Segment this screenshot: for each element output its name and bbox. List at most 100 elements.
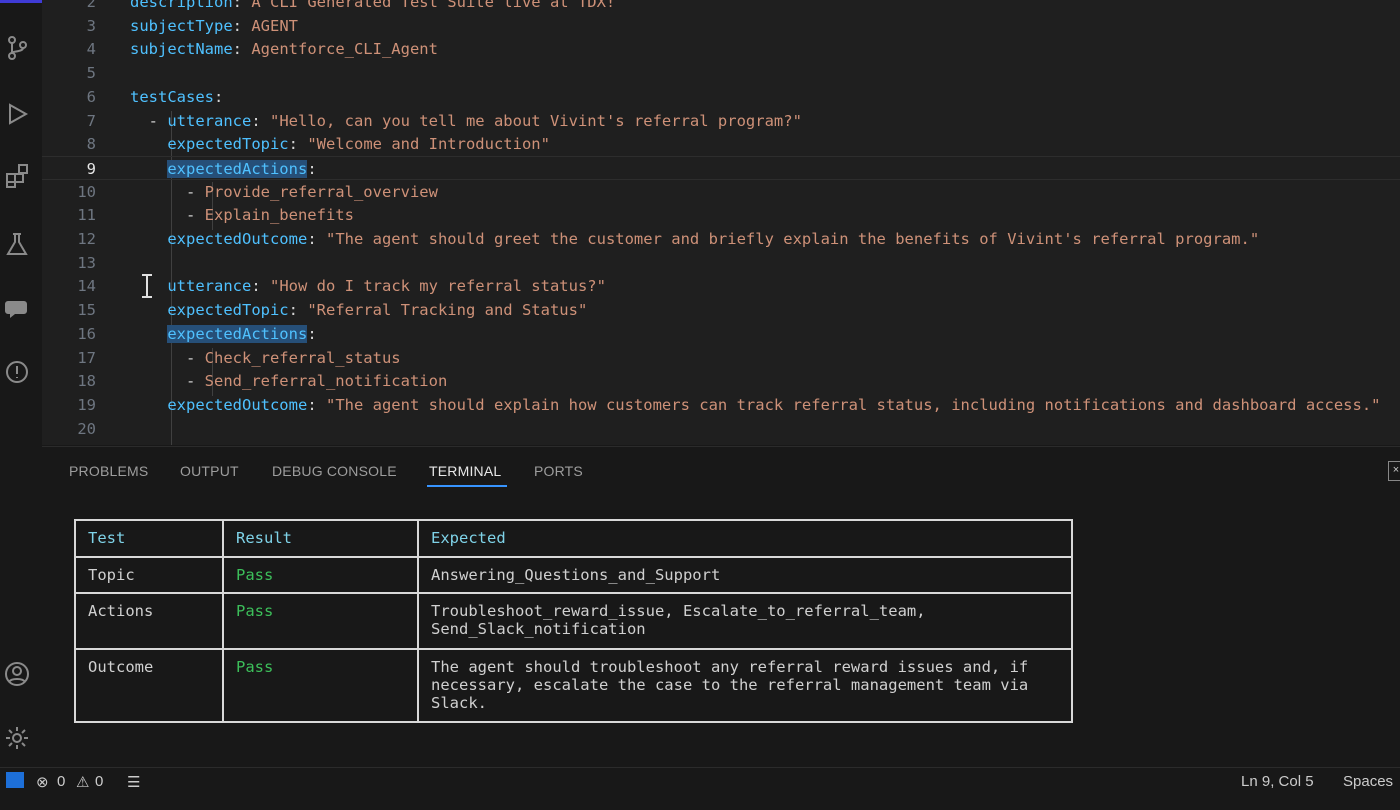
code-text: - utterance: "Hello, can you tell me abo… (130, 111, 802, 130)
code-text: - Check_referral_status (130, 346, 401, 370)
line-number: 15 (77, 301, 96, 320)
yaml-key: utterance (167, 111, 252, 130)
text-cursor-icon (142, 274, 152, 298)
code-line[interactable]: 7 - utterance: "Hello, can you tell me a… (42, 109, 1400, 133)
line-number: 12 (77, 230, 96, 248)
extensions-icon[interactable] (4, 163, 30, 189)
code-text: description: A CLI Generated Test Suite … (130, 0, 615, 14)
code-line[interactable]: 3 subjectType: AGENT (42, 14, 1400, 38)
close-panel-icon[interactable]: × (1388, 461, 1400, 481)
yaml-value: Agentforce_CLI_Agent (251, 40, 438, 59)
test-results-table: Test Result Expected Topic Pass Answerin… (74, 519, 1073, 723)
code-line[interactable]: 9 expectedActions: (42, 155, 1400, 181)
errors-count[interactable]: 0 (57, 773, 65, 790)
code-text: subjectType: AGENT (130, 16, 298, 35)
code-line[interactable]: 8 expectedTopic: "Welcome and Introducti… (42, 132, 1400, 156)
testing-flask-icon[interactable] (4, 231, 30, 257)
code-text: testCases: (130, 87, 233, 106)
code-text: expectedActions: (130, 157, 326, 181)
code-text: - Send_referral_notification (130, 369, 447, 393)
code-line[interactable]: 11 - Explain_benefits (42, 203, 1400, 227)
yaml-value: "The agent should explain how customers … (325, 395, 1381, 414)
line-number: 3 (86, 16, 96, 35)
account-icon[interactable] (4, 661, 30, 687)
code-line[interactable]: 2 description: A CLI Generated Test Suite… (42, 0, 1400, 14)
code-text: expectedOutcome: "The agent should expla… (130, 393, 1380, 417)
yaml-key: utterance (167, 277, 252, 296)
code-text: expectedTopic: "Referral Tracking and St… (130, 298, 587, 322)
code-text: expectedActions: (130, 322, 326, 346)
info-icon[interactable] (4, 359, 30, 385)
line-number: 20 (77, 419, 96, 438)
header-test: Test (88, 529, 126, 547)
yaml-value: "Hello, can you tell me about Vivint's r… (270, 111, 802, 130)
line-number: 11 (77, 206, 96, 225)
code-line[interactable]: 5 (42, 61, 1400, 85)
line-number: 10 (77, 182, 96, 201)
remote-indicator-icon[interactable] (6, 772, 24, 788)
run-debug-icon[interactable] (4, 101, 30, 127)
chat-icon[interactable] (4, 295, 30, 321)
cursor-position[interactable]: Ln 9, Col 5 (1241, 773, 1314, 790)
yaml-key: expectedActions (167, 324, 308, 343)
row-actions-test: Actions (88, 602, 154, 620)
code-line[interactable]: 10 - Provide_referral_overview (42, 180, 1400, 204)
code-line[interactable]: 12 expectedOutcome: "The agent should gr… (42, 227, 1400, 251)
code-line[interactable]: 17 - Check_referral_status (42, 346, 1400, 370)
code-text: expectedTopic: "Welcome and Introduction… (130, 132, 550, 156)
row-outcome-expected: The agent should troubleshoot any referr… (431, 658, 1029, 712)
yaml-value: "Referral Tracking and Status" (307, 301, 588, 320)
code-line[interactable]: 6 testCases: (42, 85, 1400, 109)
warnings-count[interactable]: 0 (95, 773, 103, 790)
yaml-key: expectedTopic (167, 301, 289, 320)
code-line[interactable]: 4 subjectName: Agentforce_CLI_Agent (42, 37, 1400, 61)
yaml-key: subjectType (130, 16, 233, 35)
code-line[interactable]: 20 (42, 417, 1400, 441)
tab-terminal[interactable]: TERMINAL (429, 463, 501, 479)
code-text: expectedOutcome: "The agent should greet… (130, 227, 1259, 251)
errors-icon[interactable]: ⊗ (36, 773, 49, 791)
source-control-icon[interactable] (4, 35, 30, 61)
line-number: 7 (86, 111, 96, 130)
yaml-value: "Welcome and Introduction" (307, 135, 550, 154)
indent: - (130, 111, 168, 130)
code-line[interactable]: 16 expectedActions: (42, 322, 1400, 346)
warnings-icon[interactable]: ⚠ (76, 773, 89, 791)
row-topic-result: Pass (236, 566, 274, 584)
tab-ports[interactable]: PORTS (534, 463, 583, 479)
list-item-value: Explain_benefits (204, 206, 354, 225)
line-number: 19 (77, 395, 96, 414)
list-item-value: Provide_referral_overview (204, 182, 438, 201)
tab-problems[interactable]: PROBLEMS (69, 463, 148, 479)
yaml-value: A CLI Generated Test Suite live at TDX! (251, 0, 616, 11)
list-item-value: Check_referral_status (204, 348, 401, 367)
tab-debug-console[interactable]: DEBUG CONSOLE (272, 463, 397, 479)
line-number: 5 (86, 64, 96, 83)
indentation-setting[interactable]: Spaces (1343, 773, 1393, 790)
line-number: 13 (77, 253, 96, 272)
line-number: 14 (77, 277, 96, 296)
code-line[interactable]: 15 expectedTopic: "Referral Tracking and… (42, 298, 1400, 322)
yaml-key: expectedActions (167, 159, 308, 178)
terminal-prompt[interactable]: ○ ➜ tdx25_agentforce_dx (52, 749, 331, 789)
code-line[interactable]: 18 - Send_referral_notification (42, 369, 1400, 393)
activity-bar (0, 3, 42, 767)
yaml-key: expectedOutcome (167, 230, 308, 248)
indent: - (130, 206, 205, 225)
line-number: 4 (86, 40, 96, 59)
active-tab-indicator (427, 485, 507, 487)
code-line[interactable]: 13 (42, 251, 1400, 275)
settings-gear-icon[interactable] (4, 725, 30, 751)
code-line[interactable]: 19 expectedOutcome: "The agent should ex… (42, 393, 1400, 417)
menu-icon[interactable]: ☰ (127, 773, 140, 791)
code-editor[interactable]: 2 description: A CLI Generated Test Suite… (42, 0, 1400, 445)
tab-output[interactable]: OUTPUT (180, 463, 239, 479)
code-text: - Provide_referral_overview (130, 180, 438, 204)
row-outcome-test: Outcome (88, 658, 154, 676)
line-number: 16 (77, 324, 96, 343)
code-line[interactable]: 14 utterance: "How do I track my referra… (42, 274, 1400, 298)
